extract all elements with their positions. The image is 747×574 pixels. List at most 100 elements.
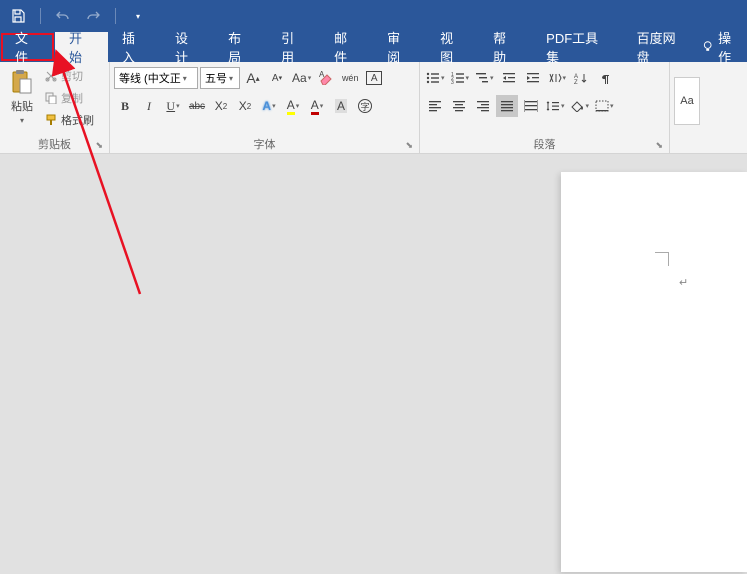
copy-label: 复制	[61, 90, 83, 106]
bold-button[interactable]: B	[114, 95, 136, 117]
align-left-button[interactable]	[424, 95, 446, 117]
save-icon[interactable]	[8, 6, 28, 26]
paste-button[interactable]: 粘贴 ▾	[4, 66, 40, 127]
group-paragraph: ▾ 123▾ ▾ ▾ AZ ▾ ▾ ▾	[420, 62, 670, 153]
tab-review[interactable]: 审阅	[373, 32, 426, 62]
tab-file[interactable]: 文件	[1, 33, 54, 61]
format-painter-button[interactable]: 格式刷	[42, 110, 96, 130]
sort-button[interactable]: AZ	[570, 67, 592, 89]
line-spacing-icon	[546, 100, 560, 112]
char-border-button[interactable]: A	[363, 67, 385, 89]
underline-button[interactable]: U▾	[162, 95, 184, 117]
distributed-icon	[524, 100, 538, 112]
asian-layout-button[interactable]: ▾	[546, 67, 569, 89]
margin-marker	[655, 252, 669, 266]
shrink-font-button[interactable]: A▾	[266, 67, 288, 89]
change-case-button[interactable]: Aa▾	[290, 67, 313, 89]
text-effects-button[interactable]: A▾	[258, 95, 280, 117]
numbering-button[interactable]: 123▾	[449, 67, 472, 89]
strikethrough-button[interactable]: abc	[186, 95, 208, 117]
tab-baidu[interactable]: 百度网盘	[623, 32, 701, 62]
font-size-combo[interactable]: 五号▾	[200, 67, 240, 89]
align-justify-button[interactable]	[496, 95, 518, 117]
tab-mailings[interactable]: 邮件	[320, 32, 373, 62]
group-label-font: 字体 ⬊	[114, 135, 415, 153]
borders-button[interactable]: ▾	[593, 95, 616, 117]
group-label-paragraph: 段落 ⬊	[424, 135, 665, 153]
sort-icon: AZ	[574, 72, 588, 84]
tab-insert[interactable]: 插入	[108, 32, 161, 62]
undo-icon[interactable]	[53, 6, 73, 26]
borders-icon	[595, 100, 609, 112]
line-spacing-button[interactable]: ▾	[544, 95, 567, 117]
paragraph-mark-icon: ↵	[679, 276, 688, 289]
decrease-indent-button[interactable]	[498, 67, 520, 89]
svg-text:Z: Z	[574, 80, 578, 84]
document-workspace[interactable]: ↵	[0, 154, 747, 574]
tab-home[interactable]: 开始	[55, 32, 108, 62]
tab-view[interactable]: 视图	[426, 32, 479, 62]
grow-font-button[interactable]: A▴	[242, 67, 264, 89]
group-font: 等线 (中文正▾ 五号▾ A▴ A▾ Aa▾ A wén A B I U▾ ab…	[110, 62, 420, 153]
tab-layout[interactable]: 布局	[214, 32, 267, 62]
clear-formatting-button[interactable]: A	[315, 67, 337, 89]
increase-indent-button[interactable]	[522, 67, 544, 89]
dialog-launcher-icon[interactable]: ⬊	[405, 140, 413, 151]
ribbon-tabs: 文件 开始 插入 设计 布局 引用 邮件 审阅 视图 帮助 PDF工具集 百度网…	[0, 32, 747, 62]
lightbulb-icon	[701, 40, 714, 54]
group-styles: Aa	[670, 62, 747, 153]
outdent-icon	[502, 72, 516, 84]
scissors-icon	[44, 69, 58, 83]
svg-text:3: 3	[451, 80, 454, 84]
svg-text:A: A	[319, 71, 325, 79]
format-painter-icon	[44, 113, 58, 127]
numbering-icon: 123	[451, 72, 465, 84]
paste-label: 粘贴	[11, 98, 33, 114]
superscript-button[interactable]: X2	[234, 95, 256, 117]
customize-qat-icon[interactable]: ▾	[128, 6, 148, 26]
caret-down-icon: ▾	[20, 116, 24, 125]
format-painter-label: 格式刷	[61, 112, 94, 128]
dialog-launcher-icon[interactable]: ⬊	[95, 140, 103, 151]
align-right-icon	[476, 100, 490, 112]
cut-button[interactable]: 剪切	[42, 66, 96, 86]
phonetic-guide-button[interactable]: wén	[339, 67, 361, 89]
separator	[40, 8, 41, 24]
multilevel-list-button[interactable]: ▾	[473, 67, 496, 89]
subscript-button[interactable]: X2	[210, 95, 232, 117]
char-shading-button[interactable]: A	[330, 95, 352, 117]
bullets-button[interactable]: ▾	[424, 67, 447, 89]
align-center-icon	[452, 100, 466, 112]
distributed-button[interactable]	[520, 95, 542, 117]
tab-help[interactable]: 帮助	[479, 32, 532, 62]
highlight-button[interactable]: A▾	[282, 95, 304, 117]
style-preview[interactable]: Aa	[674, 77, 700, 125]
document-page[interactable]: ↵	[561, 172, 747, 572]
bullets-icon	[426, 72, 440, 84]
tell-me-label: 操作	[718, 28, 743, 66]
indent-icon	[526, 72, 540, 84]
copy-button[interactable]: 复制	[42, 88, 96, 108]
italic-button[interactable]: I	[138, 95, 160, 117]
separator	[115, 8, 116, 24]
enclose-char-button[interactable]: 字	[354, 95, 376, 117]
paste-icon	[8, 68, 36, 96]
show-marks-button[interactable]	[594, 67, 616, 89]
dialog-launcher-icon[interactable]: ⬊	[655, 140, 663, 151]
redo-icon[interactable]	[83, 6, 103, 26]
align-right-button[interactable]	[472, 95, 494, 117]
pilcrow-icon	[599, 72, 611, 84]
group-label-clipboard: 剪贴板 ⬊	[4, 135, 105, 153]
align-center-button[interactable]	[448, 95, 470, 117]
font-name-combo[interactable]: 等线 (中文正▾	[114, 67, 198, 89]
tell-me[interactable]: 操作	[701, 32, 747, 62]
shading-button[interactable]: ▾	[569, 95, 592, 117]
font-color-button[interactable]: A▾	[306, 95, 328, 117]
eraser-icon: A	[318, 71, 334, 85]
tab-pdf-tools[interactable]: PDF工具集	[532, 32, 623, 62]
group-clipboard: 粘贴 ▾ 剪切 复制 格式刷 剪贴板 ⬊	[0, 62, 110, 153]
tab-design[interactable]: 设计	[161, 32, 214, 62]
align-left-icon	[428, 100, 442, 112]
tab-references[interactable]: 引用	[267, 32, 320, 62]
copy-icon	[44, 91, 58, 105]
